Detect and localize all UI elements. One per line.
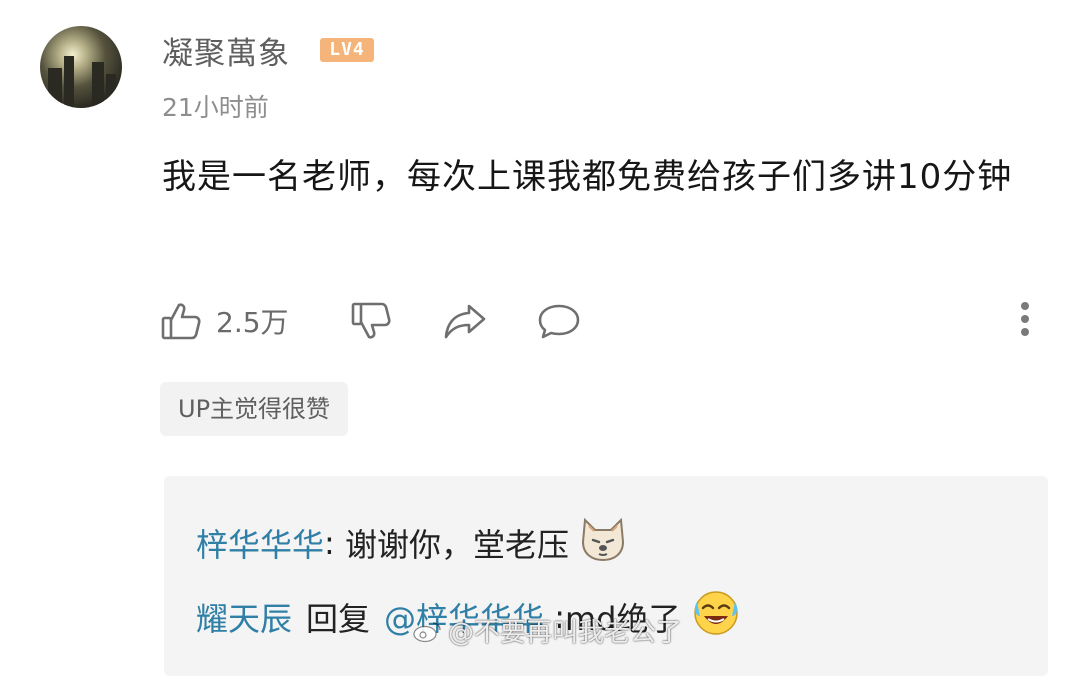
laughing-crying-emoji [691, 588, 741, 646]
reply-action: 回复 [306, 600, 371, 638]
username[interactable]: 凝聚萬象 [162, 28, 290, 73]
reply-author[interactable]: 梓华华华 [196, 520, 324, 566]
like-button[interactable]: 2.5万 [160, 296, 289, 346]
comment-time: 21小时前 [162, 93, 269, 122]
thumbs-up-icon [160, 300, 202, 342]
action-bar: 2.5万 [160, 296, 1040, 346]
dog-face-emoji [579, 516, 627, 570]
reply-item[interactable]: 梓华华华 : 谢谢你，堂老压 [196, 516, 627, 570]
reply-button[interactable] [536, 296, 582, 346]
reply-bubble-icon [536, 300, 582, 342]
reply-author[interactable]: 耀天辰 [196, 594, 292, 640]
level-badge: LV4 [320, 38, 374, 62]
comment-content: 我是一名老师，每次上课我都免费给孩子们多讲10分钟 [162, 157, 1013, 197]
like-count: 2.5万 [216, 306, 289, 339]
share-button[interactable] [442, 296, 488, 346]
thumbs-down-icon [350, 300, 392, 342]
dislike-button[interactable] [350, 296, 392, 346]
reply-text: 谢谢你，堂老压 [344, 526, 569, 564]
watermark: @不要再叫我老公了 [412, 612, 682, 649]
weibo-logo-icon [412, 619, 442, 643]
up-liked-tag: UP主觉得很赞 [160, 382, 349, 436]
avatar[interactable] [40, 26, 122, 108]
reply-separator: : [324, 524, 345, 562]
more-vertical-icon[interactable] [1020, 302, 1030, 341]
share-icon [442, 300, 488, 342]
watermark-text: @不要再叫我老公了 [448, 618, 683, 648]
